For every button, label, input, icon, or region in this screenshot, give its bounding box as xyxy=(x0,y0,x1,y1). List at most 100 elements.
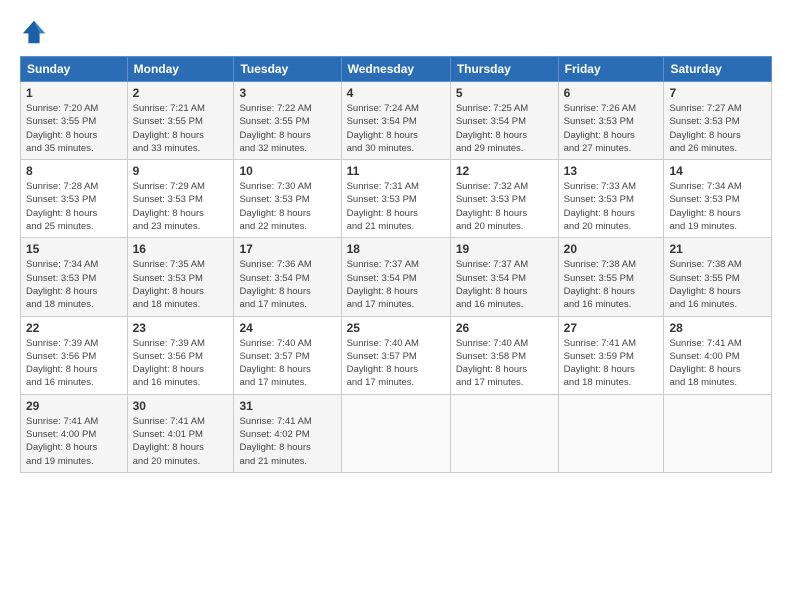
day-number: 6 xyxy=(564,86,659,100)
calendar-header-row: SundayMondayTuesdayWednesdayThursdayFrid… xyxy=(21,57,772,82)
day-number: 4 xyxy=(347,86,445,100)
calendar-cell: 23 Sunrise: 7:39 AM Sunset: 3:56 PM Dayli… xyxy=(127,316,234,394)
calendar-header-friday: Friday xyxy=(558,57,664,82)
calendar-cell: 9Sunrise: 7:29 AM Sunset: 3:53 PM Daylig… xyxy=(127,160,234,238)
day-info: Sunrise: 7:35 AM Sunset: 3:53 PM Dayligh… xyxy=(133,258,229,311)
day-number: 7 xyxy=(669,86,766,100)
day-number: 9 xyxy=(133,164,229,178)
day-number: 10 xyxy=(239,164,335,178)
calendar-cell: 30 Sunrise: 7:41 AM Sunset: 4:01 PM Dayli… xyxy=(127,394,234,472)
day-number: 16 xyxy=(133,242,229,256)
day-info: Sunrise: 7:24 AM Sunset: 3:54 PM Dayligh… xyxy=(347,102,445,155)
calendar-header-thursday: Thursday xyxy=(450,57,558,82)
calendar-week-5: 29Sunrise: 7:41 AM Sunset: 4:00 PM Dayli… xyxy=(21,394,772,472)
day-info: Sunrise: 7:36 AM Sunset: 3:54 PM Dayligh… xyxy=(239,258,335,311)
calendar-cell: 12 Sunrise: 7:32 AM Sunset: 3:53 PM Dayli… xyxy=(450,160,558,238)
day-info: Sunrise: 7:41 AM Sunset: 4:02 PM Dayligh… xyxy=(239,415,335,468)
day-number: 1 xyxy=(26,86,122,100)
day-info: Sunrise: 7:22 AM Sunset: 3:55 PM Dayligh… xyxy=(239,102,335,155)
calendar-cell: 2 Sunrise: 7:21 AM Sunset: 3:55 PM Daylig… xyxy=(127,82,234,160)
day-number: 24 xyxy=(239,321,335,335)
day-info: Sunrise: 7:34 AM Sunset: 3:53 PM Dayligh… xyxy=(669,180,766,233)
day-info: Sunrise: 7:41 AM Sunset: 4:01 PM Dayligh… xyxy=(133,415,229,468)
day-info: Sunrise: 7:28 AM Sunset: 3:53 PM Dayligh… xyxy=(26,180,122,233)
day-info: Sunrise: 7:20 AM Sunset: 3:55 PM Dayligh… xyxy=(26,102,122,155)
day-number: 11 xyxy=(347,164,445,178)
calendar-week-3: 15Sunrise: 7:34 AM Sunset: 3:53 PM Dayli… xyxy=(21,238,772,316)
calendar-header-monday: Monday xyxy=(127,57,234,82)
calendar-header-sunday: Sunday xyxy=(21,57,128,82)
day-info: Sunrise: 7:39 AM Sunset: 3:56 PM Dayligh… xyxy=(133,337,229,390)
calendar-cell: 29Sunrise: 7:41 AM Sunset: 4:00 PM Dayli… xyxy=(21,394,128,472)
header xyxy=(20,18,772,46)
day-info: Sunrise: 7:40 AM Sunset: 3:57 PM Dayligh… xyxy=(239,337,335,390)
calendar-cell xyxy=(664,394,772,472)
day-number: 8 xyxy=(26,164,122,178)
day-number: 20 xyxy=(564,242,659,256)
day-number: 27 xyxy=(564,321,659,335)
day-number: 31 xyxy=(239,399,335,413)
day-number: 22 xyxy=(26,321,122,335)
calendar-cell: 25Sunrise: 7:40 AM Sunset: 3:57 PM Dayli… xyxy=(341,316,450,394)
day-number: 18 xyxy=(347,242,445,256)
calendar-cell: 26 Sunrise: 7:40 AM Sunset: 3:58 PM Dayli… xyxy=(450,316,558,394)
day-number: 14 xyxy=(669,164,766,178)
day-info: Sunrise: 7:33 AM Sunset: 3:53 PM Dayligh… xyxy=(564,180,659,233)
day-number: 30 xyxy=(133,399,229,413)
calendar-cell: 28 Sunrise: 7:41 AM Sunset: 4:00 PM Dayli… xyxy=(664,316,772,394)
calendar-header-tuesday: Tuesday xyxy=(234,57,341,82)
day-number: 19 xyxy=(456,242,553,256)
day-info: Sunrise: 7:38 AM Sunset: 3:55 PM Dayligh… xyxy=(669,258,766,311)
day-number: 5 xyxy=(456,86,553,100)
day-info: Sunrise: 7:41 AM Sunset: 4:00 PM Dayligh… xyxy=(26,415,122,468)
calendar-cell: 14 Sunrise: 7:34 AM Sunset: 3:53 PM Dayli… xyxy=(664,160,772,238)
day-info: Sunrise: 7:30 AM Sunset: 3:53 PM Dayligh… xyxy=(239,180,335,233)
day-number: 2 xyxy=(133,86,229,100)
calendar-cell: 31 Sunrise: 7:41 AM Sunset: 4:02 PM Dayli… xyxy=(234,394,341,472)
calendar-cell: 24 Sunrise: 7:40 AM Sunset: 3:57 PM Dayli… xyxy=(234,316,341,394)
day-number: 3 xyxy=(239,86,335,100)
day-number: 28 xyxy=(669,321,766,335)
calendar-cell: 5 Sunrise: 7:25 AM Sunset: 3:54 PM Daylig… xyxy=(450,82,558,160)
calendar-cell: 3 Sunrise: 7:22 AM Sunset: 3:55 PM Daylig… xyxy=(234,82,341,160)
day-number: 17 xyxy=(239,242,335,256)
logo-icon xyxy=(20,18,48,46)
day-info: Sunrise: 7:40 AM Sunset: 3:58 PM Dayligh… xyxy=(456,337,553,390)
day-info: Sunrise: 7:32 AM Sunset: 3:53 PM Dayligh… xyxy=(456,180,553,233)
calendar-cell: 27 Sunrise: 7:41 AM Sunset: 3:59 PM Dayli… xyxy=(558,316,664,394)
calendar-cell: 6 Sunrise: 7:26 AM Sunset: 3:53 PM Daylig… xyxy=(558,82,664,160)
day-info: Sunrise: 7:21 AM Sunset: 3:55 PM Dayligh… xyxy=(133,102,229,155)
calendar-cell: 13 Sunrise: 7:33 AM Sunset: 3:53 PM Dayli… xyxy=(558,160,664,238)
day-number: 23 xyxy=(133,321,229,335)
day-info: Sunrise: 7:40 AM Sunset: 3:57 PM Dayligh… xyxy=(347,337,445,390)
calendar-cell: 4 Sunrise: 7:24 AM Sunset: 3:54 PM Daylig… xyxy=(341,82,450,160)
calendar-header-saturday: Saturday xyxy=(664,57,772,82)
calendar-week-2: 8 Sunrise: 7:28 AM Sunset: 3:53 PM Daylig… xyxy=(21,160,772,238)
calendar: SundayMondayTuesdayWednesdayThursdayFrid… xyxy=(20,56,772,473)
day-number: 12 xyxy=(456,164,553,178)
calendar-cell: 21Sunrise: 7:38 AM Sunset: 3:55 PM Dayli… xyxy=(664,238,772,316)
day-info: Sunrise: 7:41 AM Sunset: 3:59 PM Dayligh… xyxy=(564,337,659,390)
day-info: Sunrise: 7:39 AM Sunset: 3:56 PM Dayligh… xyxy=(26,337,122,390)
calendar-cell: 16 Sunrise: 7:35 AM Sunset: 3:53 PM Dayli… xyxy=(127,238,234,316)
day-number: 26 xyxy=(456,321,553,335)
calendar-week-4: 22 Sunrise: 7:39 AM Sunset: 3:56 PM Dayli… xyxy=(21,316,772,394)
calendar-cell: 17 Sunrise: 7:36 AM Sunset: 3:54 PM Dayli… xyxy=(234,238,341,316)
day-info: Sunrise: 7:37 AM Sunset: 3:54 PM Dayligh… xyxy=(456,258,553,311)
calendar-cell: 22 Sunrise: 7:39 AM Sunset: 3:56 PM Dayli… xyxy=(21,316,128,394)
day-info: Sunrise: 7:26 AM Sunset: 3:53 PM Dayligh… xyxy=(564,102,659,155)
calendar-cell: 8 Sunrise: 7:28 AM Sunset: 3:53 PM Daylig… xyxy=(21,160,128,238)
calendar-cell: 7Sunrise: 7:27 AM Sunset: 3:53 PM Daylig… xyxy=(664,82,772,160)
calendar-cell: 20Sunrise: 7:38 AM Sunset: 3:55 PM Dayli… xyxy=(558,238,664,316)
calendar-cell: 18 Sunrise: 7:37 AM Sunset: 3:54 PM Dayli… xyxy=(341,238,450,316)
calendar-cell: 15Sunrise: 7:34 AM Sunset: 3:53 PM Dayli… xyxy=(21,238,128,316)
calendar-header-wednesday: Wednesday xyxy=(341,57,450,82)
day-info: Sunrise: 7:37 AM Sunset: 3:54 PM Dayligh… xyxy=(347,258,445,311)
day-info: Sunrise: 7:25 AM Sunset: 3:54 PM Dayligh… xyxy=(456,102,553,155)
calendar-cell: 10 Sunrise: 7:30 AM Sunset: 3:53 PM Dayli… xyxy=(234,160,341,238)
day-info: Sunrise: 7:41 AM Sunset: 4:00 PM Dayligh… xyxy=(669,337,766,390)
logo xyxy=(20,18,52,46)
day-info: Sunrise: 7:31 AM Sunset: 3:53 PM Dayligh… xyxy=(347,180,445,233)
day-number: 13 xyxy=(564,164,659,178)
calendar-cell xyxy=(341,394,450,472)
